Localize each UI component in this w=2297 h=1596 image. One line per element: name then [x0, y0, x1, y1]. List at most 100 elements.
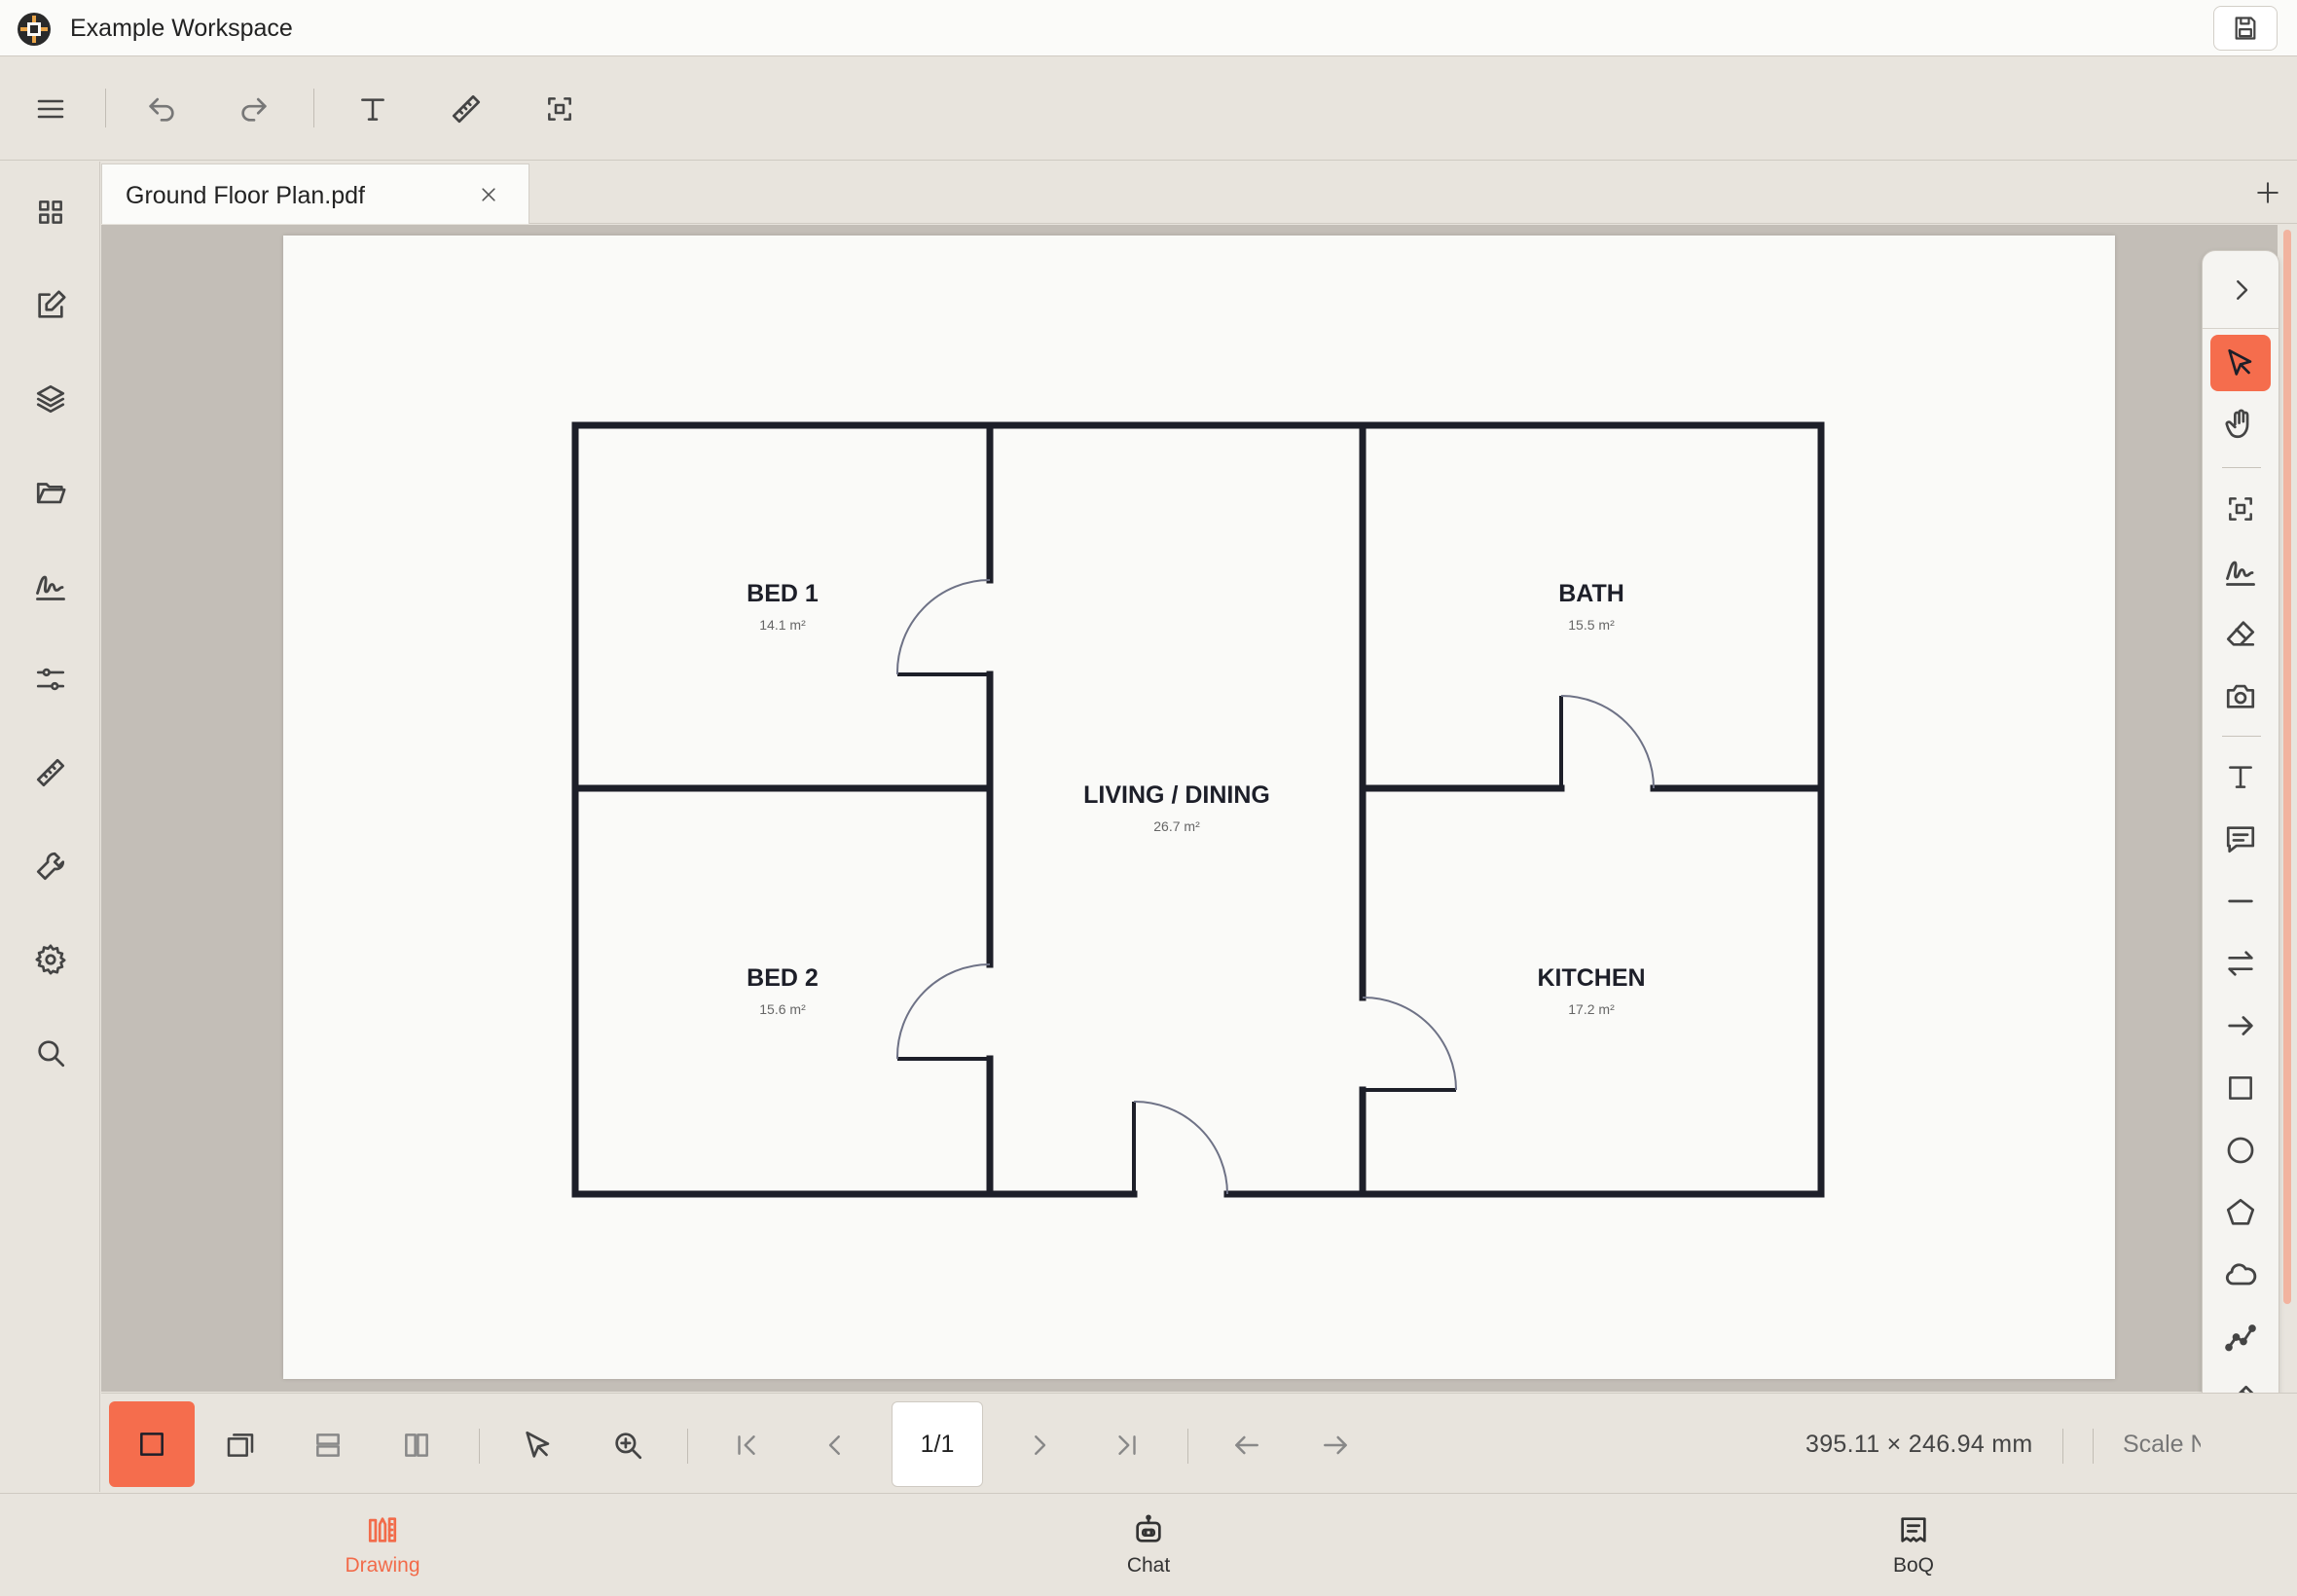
drawing-tools-icon: [368, 1517, 397, 1542]
viewbar-divider: [479, 1429, 480, 1464]
nav-chat[interactable]: Chat: [1051, 1513, 1246, 1591]
line-icon: [2228, 899, 2253, 903]
room-name: LIVING / DINING: [1083, 781, 1270, 809]
chevron-right-icon: [2237, 279, 2248, 300]
scale-label[interactable]: Scale N: [2123, 1431, 2201, 1459]
sidebar-item-measure[interactable]: [29, 751, 72, 794]
sidebar-item-layers[interactable]: [29, 378, 72, 420]
toolbar-divider: [105, 89, 106, 127]
sidebar-item-files[interactable]: [29, 471, 72, 514]
undo-icon: [149, 97, 174, 122]
polyline-icon: [2225, 1324, 2256, 1352]
title-bar: Example Workspace: [0, 0, 2297, 56]
select-mode-button[interactable]: [516, 1423, 561, 1468]
viewbar-divider: [2062, 1429, 2063, 1464]
first-page-icon: [738, 1435, 755, 1455]
left-sidebar: [0, 162, 100, 1492]
pointer-tool-button[interactable]: [2210, 335, 2271, 391]
dimension-tool-button[interactable]: [2210, 935, 2271, 992]
viewbar-divider: [687, 1429, 688, 1464]
palette-divider: [2222, 467, 2261, 468]
signature-icon: [36, 575, 65, 600]
sidebar-item-edit[interactable]: [29, 284, 72, 327]
text-tool-button[interactable]: [2210, 748, 2271, 805]
pointer-icon: [526, 1431, 550, 1458]
cover-view-button[interactable]: [218, 1423, 263, 1468]
undo-button[interactable]: [141, 89, 182, 129]
columns-icon: [405, 1433, 428, 1457]
select-region-button[interactable]: [539, 89, 580, 129]
page-indicator[interactable]: 1/1: [892, 1401, 983, 1487]
back-button[interactable]: [1224, 1423, 1269, 1468]
last-page-button[interactable]: [1105, 1423, 1149, 1468]
nav-boq[interactable]: BoQ: [1816, 1513, 2011, 1591]
first-page-button[interactable]: [724, 1423, 769, 1468]
menu-button[interactable]: [30, 89, 71, 129]
view-toolbar: 1/1 395.11 × 246.94 mm Scale N: [101, 1393, 2297, 1492]
forward-button[interactable]: [1313, 1423, 1358, 1468]
double-arrow-icon: [2228, 951, 2253, 976]
sidebar-item-adjust[interactable]: [29, 658, 72, 701]
sidebar-item-pages[interactable]: [29, 191, 72, 234]
cloud-icon: [2225, 1263, 2257, 1286]
room-name: BED 2: [747, 964, 819, 992]
close-tab-button[interactable]: [475, 181, 502, 208]
text-tool-button[interactable]: [352, 89, 393, 129]
palette-divider: [2222, 736, 2261, 737]
snapshot-tool-button[interactable]: [2210, 668, 2271, 724]
stacked-pages-icon: [227, 1433, 254, 1457]
zoom-in-button[interactable]: [605, 1423, 650, 1468]
collapse-palette-button[interactable]: [2203, 251, 2279, 329]
polyline-tool-button[interactable]: [2210, 1309, 2271, 1365]
continuous-view-button[interactable]: [306, 1423, 350, 1468]
nav-label: Drawing: [345, 1554, 420, 1577]
single-page-view-button[interactable]: [109, 1401, 195, 1487]
polygon-tool-button[interactable]: [2210, 1184, 2271, 1241]
sidebar-item-signature[interactable]: [29, 564, 72, 607]
circle-tool-button[interactable]: [2210, 1122, 2271, 1179]
pan-tool-button[interactable]: [2210, 396, 2271, 453]
door-leaves: [897, 672, 1563, 1194]
drawing-canvas[interactable]: BED 1 14.1 m² BED 2 15.6 m² LIVING / DIN…: [101, 225, 2279, 1392]
measure-tool-button[interactable]: [446, 89, 487, 129]
redo-button[interactable]: [234, 89, 274, 129]
save-button[interactable]: [2213, 6, 2278, 51]
wrench-icon: [36, 852, 65, 881]
nav-drawing[interactable]: Drawing: [285, 1513, 480, 1591]
two-page-view-button[interactable]: [394, 1423, 439, 1468]
comment-tool-button[interactable]: [2210, 811, 2271, 867]
arrow-tool-button[interactable]: [2210, 998, 2271, 1054]
chevron-right-icon: [1035, 1435, 1046, 1455]
app-logo-icon: [16, 11, 53, 48]
add-tab-button[interactable]: [2252, 177, 2283, 208]
tool-palette: [2202, 250, 2279, 1479]
room-name: KITCHEN: [1537, 964, 1645, 992]
toolbar-divider: [313, 89, 314, 127]
tab-ground-floor-plan[interactable]: Ground Floor Plan.pdf: [101, 163, 529, 224]
arrow-right-icon: [1324, 1435, 1347, 1455]
room-labels: BED 1 14.1 m² BED 2 15.6 m² LIVING / DIN…: [747, 580, 1645, 1017]
room-name: BATH: [1558, 580, 1624, 607]
signature-tool-button[interactable]: [2210, 543, 2271, 599]
sidebar-item-settings[interactable]: [29, 938, 72, 981]
eraser-tool-button[interactable]: [2210, 605, 2271, 662]
document-tabs: Ground Floor Plan.pdf: [101, 162, 2297, 224]
viewbar-divider: [2093, 1429, 2094, 1464]
select-region-icon: [2229, 497, 2252, 521]
pdf-page[interactable]: BED 1 14.1 m² BED 2 15.6 m² LIVING / DIN…: [283, 236, 2115, 1379]
scrollbar-thumb[interactable]: [2283, 230, 2291, 1304]
next-page-button[interactable]: [1017, 1423, 1062, 1468]
sidebar-item-tools[interactable]: [29, 845, 72, 888]
rectangle-tool-button[interactable]: [2210, 1060, 2271, 1116]
select-region-tool-button[interactable]: [2210, 481, 2271, 537]
line-tool-button[interactable]: [2210, 873, 2271, 929]
sidebar-item-search[interactable]: [29, 1032, 72, 1074]
pointer-icon: [2228, 348, 2252, 376]
cloud-tool-button[interactable]: [2210, 1247, 2271, 1303]
grid-icon: [39, 200, 62, 224]
previous-page-button[interactable]: [813, 1423, 857, 1468]
tab-label: Ground Floor Plan.pdf: [126, 182, 365, 209]
text-icon: [2229, 766, 2252, 788]
folder-icon: [36, 483, 66, 504]
door-swings: [895, 579, 1655, 1195]
